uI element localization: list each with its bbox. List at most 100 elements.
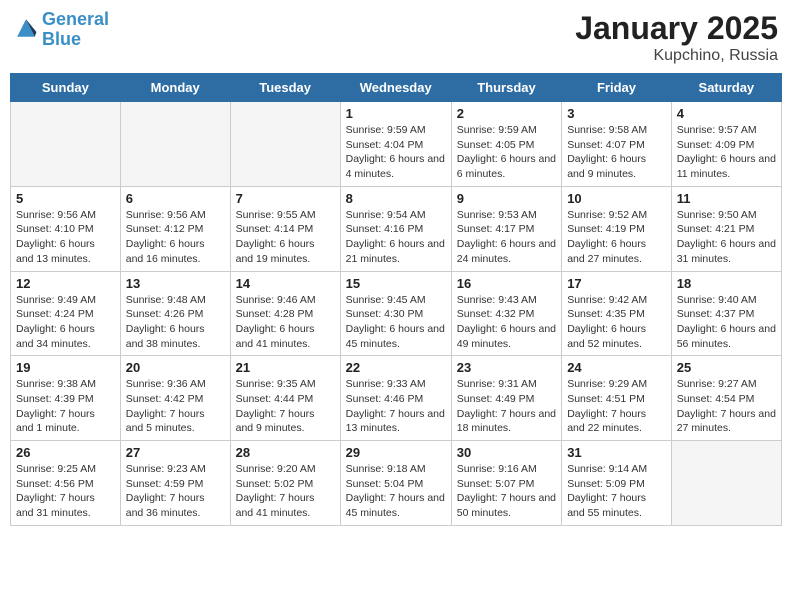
day-info: Sunrise: 9:52 AM Sunset: 4:19 PM Dayligh… (567, 208, 666, 267)
day-number: 16 (457, 276, 556, 291)
day-number: 9 (457, 191, 556, 206)
day-number: 6 (126, 191, 225, 206)
day-info: Sunrise: 9:58 AM Sunset: 4:07 PM Dayligh… (567, 123, 666, 182)
day-number: 7 (236, 191, 335, 206)
day-number: 15 (346, 276, 446, 291)
calendar-week-4: 19 Sunrise: 9:38 AM Sunset: 4:39 PM Dayli… (11, 356, 782, 441)
calendar-cell: 8 Sunrise: 9:54 AM Sunset: 4:16 PM Daylig… (340, 186, 451, 271)
weekday-header-wednesday: Wednesday (340, 74, 451, 102)
calendar-cell: 13 Sunrise: 9:48 AM Sunset: 4:26 PM Dayli… (120, 271, 230, 356)
day-number: 23 (457, 360, 556, 375)
logo-text: General Blue (42, 10, 109, 50)
day-number: 19 (16, 360, 115, 375)
day-number: 25 (677, 360, 776, 375)
calendar-cell (230, 102, 340, 187)
calendar-cell: 24 Sunrise: 9:29 AM Sunset: 4:51 PM Dayli… (562, 356, 672, 441)
weekday-header-monday: Monday (120, 74, 230, 102)
calendar-cell: 28 Sunrise: 9:20 AM Sunset: 5:02 PM Dayli… (230, 441, 340, 526)
calendar-week-2: 5 Sunrise: 9:56 AM Sunset: 4:10 PM Daylig… (11, 186, 782, 271)
weekday-header-saturday: Saturday (671, 74, 781, 102)
logo: General Blue (14, 10, 109, 50)
day-info: Sunrise: 9:48 AM Sunset: 4:26 PM Dayligh… (126, 293, 225, 352)
location: Kupchino, Russia (575, 47, 778, 65)
day-number: 24 (567, 360, 666, 375)
title-block: January 2025 Kupchino, Russia (575, 10, 778, 65)
day-info: Sunrise: 9:57 AM Sunset: 4:09 PM Dayligh… (677, 123, 776, 182)
day-info: Sunrise: 9:53 AM Sunset: 4:17 PM Dayligh… (457, 208, 556, 267)
day-info: Sunrise: 9:35 AM Sunset: 4:44 PM Dayligh… (236, 377, 335, 436)
day-info: Sunrise: 9:38 AM Sunset: 4:39 PM Dayligh… (16, 377, 115, 436)
month-title: January 2025 (575, 10, 778, 47)
day-info: Sunrise: 9:29 AM Sunset: 4:51 PM Dayligh… (567, 377, 666, 436)
calendar-cell (671, 441, 781, 526)
day-info: Sunrise: 9:40 AM Sunset: 4:37 PM Dayligh… (677, 293, 776, 352)
page-header: General Blue January 2025 Kupchino, Russ… (10, 10, 782, 65)
calendar-cell: 9 Sunrise: 9:53 AM Sunset: 4:17 PM Daylig… (451, 186, 561, 271)
calendar-cell: 18 Sunrise: 9:40 AM Sunset: 4:37 PM Dayli… (671, 271, 781, 356)
day-number: 30 (457, 445, 556, 460)
calendar-table: SundayMondayTuesdayWednesdayThursdayFrid… (10, 73, 782, 526)
day-info: Sunrise: 9:18 AM Sunset: 5:04 PM Dayligh… (346, 462, 446, 521)
day-info: Sunrise: 9:16 AM Sunset: 5:07 PM Dayligh… (457, 462, 556, 521)
calendar-cell: 17Sunrise: 9:42 AM Sunset: 4:35 PM Dayli… (562, 271, 672, 356)
day-info: Sunrise: 9:59 AM Sunset: 4:05 PM Dayligh… (457, 123, 556, 182)
weekday-header-thursday: Thursday (451, 74, 561, 102)
day-number: 14 (236, 276, 335, 291)
calendar-cell: 29 Sunrise: 9:18 AM Sunset: 5:04 PM Dayli… (340, 441, 451, 526)
logo-line2: Blue (42, 30, 109, 50)
day-info: Sunrise: 9:31 AM Sunset: 4:49 PM Dayligh… (457, 377, 556, 436)
logo-line1: General (42, 10, 109, 30)
weekday-header-sunday: Sunday (11, 74, 121, 102)
day-info: Sunrise: 9:43 AM Sunset: 4:32 PM Dayligh… (457, 293, 556, 352)
calendar-cell: 11Sunrise: 9:50 AM Sunset: 4:21 PM Dayli… (671, 186, 781, 271)
calendar-cell: 3Sunrise: 9:58 AM Sunset: 4:07 PM Daylig… (562, 102, 672, 187)
calendar-cell: 23 Sunrise: 9:31 AM Sunset: 4:49 PM Dayli… (451, 356, 561, 441)
day-number: 31 (567, 445, 666, 460)
day-info: Sunrise: 9:54 AM Sunset: 4:16 PM Dayligh… (346, 208, 446, 267)
day-info: Sunrise: 9:36 AM Sunset: 4:42 PM Dayligh… (126, 377, 225, 436)
calendar-week-3: 12Sunrise: 9:49 AM Sunset: 4:24 PM Dayli… (11, 271, 782, 356)
day-number: 21 (236, 360, 335, 375)
day-number: 10 (567, 191, 666, 206)
day-number: 4 (677, 106, 776, 121)
day-info: Sunrise: 9:49 AM Sunset: 4:24 PM Dayligh… (16, 293, 115, 352)
day-info: Sunrise: 9:20 AM Sunset: 5:02 PM Dayligh… (236, 462, 335, 521)
day-number: 26 (16, 445, 115, 460)
calendar-cell: 19 Sunrise: 9:38 AM Sunset: 4:39 PM Dayli… (11, 356, 121, 441)
calendar-cell: 26Sunrise: 9:25 AM Sunset: 4:56 PM Dayli… (11, 441, 121, 526)
calendar-cell: 7Sunrise: 9:55 AM Sunset: 4:14 PM Daylig… (230, 186, 340, 271)
day-number: 22 (346, 360, 446, 375)
day-number: 17 (567, 276, 666, 291)
calendar-cell: 12Sunrise: 9:49 AM Sunset: 4:24 PM Dayli… (11, 271, 121, 356)
day-info: Sunrise: 9:56 AM Sunset: 4:12 PM Dayligh… (126, 208, 225, 267)
calendar-cell: 30 Sunrise: 9:16 AM Sunset: 5:07 PM Dayli… (451, 441, 561, 526)
day-number: 1 (346, 106, 446, 121)
calendar-cell: 14Sunrise: 9:46 AM Sunset: 4:28 PM Dayli… (230, 271, 340, 356)
calendar-cell: 6 Sunrise: 9:56 AM Sunset: 4:12 PM Daylig… (120, 186, 230, 271)
calendar-cell: 10 Sunrise: 9:52 AM Sunset: 4:19 PM Dayli… (562, 186, 672, 271)
day-number: 8 (346, 191, 446, 206)
day-number: 5 (16, 191, 115, 206)
day-info: Sunrise: 9:56 AM Sunset: 4:10 PM Dayligh… (16, 208, 115, 267)
calendar-cell: 31Sunrise: 9:14 AM Sunset: 5:09 PM Dayli… (562, 441, 672, 526)
calendar-cell: 27Sunrise: 9:23 AM Sunset: 4:59 PM Dayli… (120, 441, 230, 526)
day-number: 11 (677, 191, 776, 206)
day-info: Sunrise: 9:27 AM Sunset: 4:54 PM Dayligh… (677, 377, 776, 436)
calendar-cell: 1 Sunrise: 9:59 AM Sunset: 4:04 PM Daylig… (340, 102, 451, 187)
day-number: 29 (346, 445, 446, 460)
calendar-cell: 20 Sunrise: 9:36 AM Sunset: 4:42 PM Dayli… (120, 356, 230, 441)
day-number: 27 (126, 445, 225, 460)
weekday-header-row: SundayMondayTuesdayWednesdayThursdayFrid… (11, 74, 782, 102)
logo-icon (14, 16, 38, 40)
day-info: Sunrise: 9:33 AM Sunset: 4:46 PM Dayligh… (346, 377, 446, 436)
day-number: 20 (126, 360, 225, 375)
calendar-cell: 15 Sunrise: 9:45 AM Sunset: 4:30 PM Dayli… (340, 271, 451, 356)
day-number: 28 (236, 445, 335, 460)
day-info: Sunrise: 9:59 AM Sunset: 4:04 PM Dayligh… (346, 123, 446, 182)
day-info: Sunrise: 9:45 AM Sunset: 4:30 PM Dayligh… (346, 293, 446, 352)
calendar-week-1: 1 Sunrise: 9:59 AM Sunset: 4:04 PM Daylig… (11, 102, 782, 187)
day-number: 18 (677, 276, 776, 291)
calendar-cell (120, 102, 230, 187)
calendar-cell: 21 Sunrise: 9:35 AM Sunset: 4:44 PM Dayli… (230, 356, 340, 441)
day-number: 13 (126, 276, 225, 291)
